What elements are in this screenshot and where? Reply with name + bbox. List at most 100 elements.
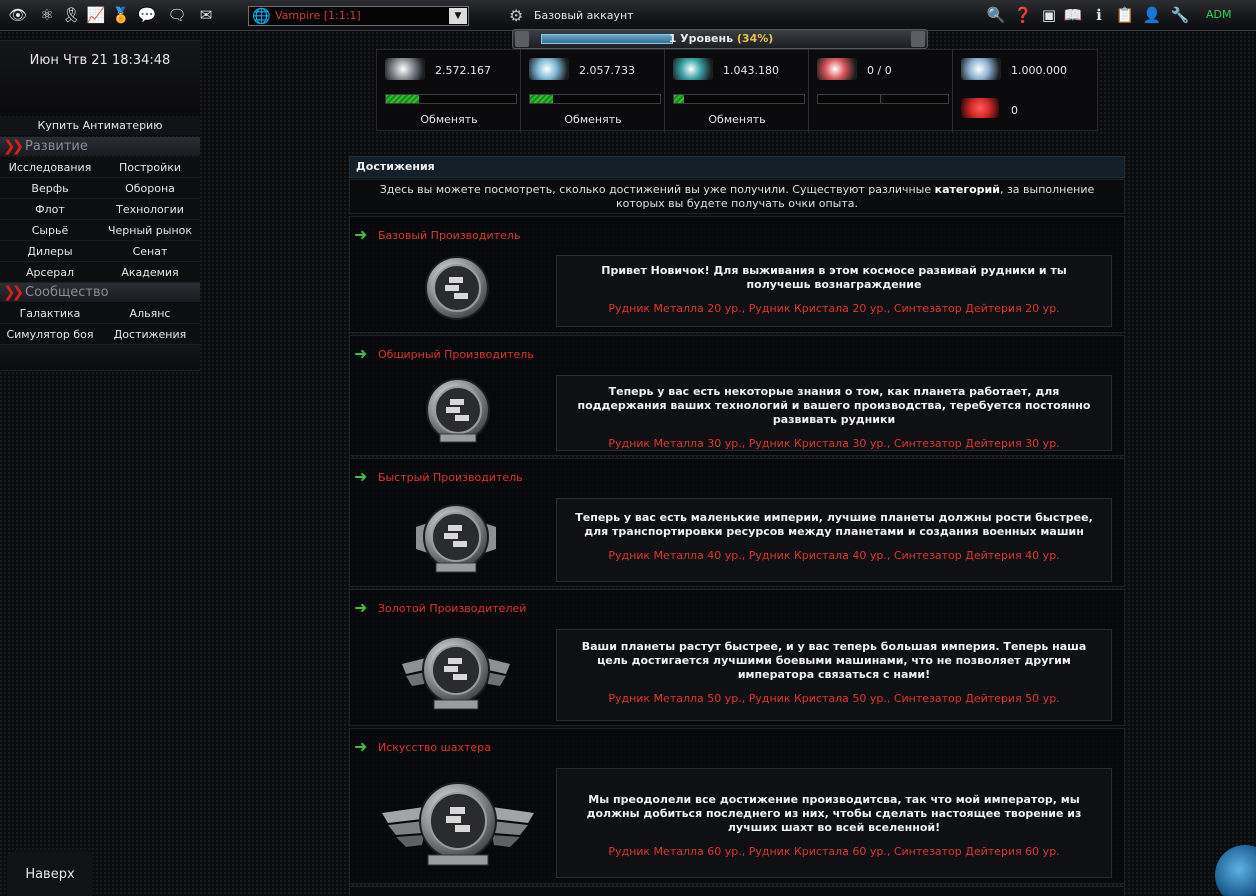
metal-icon [385, 58, 425, 80]
notes-icon[interactable]: 📋 [1114, 5, 1136, 25]
arrow-right-icon: ➜ [354, 737, 368, 756]
menu-research[interactable]: Исследования [0, 157, 100, 178]
search-icon[interactable]: 🔍 [985, 5, 1007, 25]
admin-link[interactable]: ADM [1206, 8, 1232, 21]
resource-value: 2.572.167 [435, 64, 491, 77]
mail-icon[interactable]: ✉ [195, 5, 217, 25]
resource-metal: 2.572.167 Обменять [377, 50, 521, 132]
achievement-name: Быстрый Производитель [378, 471, 523, 484]
section-community: ❯❯ Сообщество [0, 283, 200, 302]
menu-battle-sim[interactable]: Симулятор боя [0, 324, 100, 345]
clock-box: Июн Чтв 21 18:34:48 [0, 40, 200, 116]
storage-fill [386, 95, 419, 103]
achievement-card: ➜ Золотой Производителей Ваши планеты ра… [349, 589, 1125, 726]
exchange-link[interactable]: Обменять [521, 113, 665, 126]
achievement-description: Ваши планеты растут быстрее, и у вас теп… [581, 640, 1087, 681]
atom-icon[interactable]: ⚛ [36, 5, 58, 25]
achievement-details: Ваши планеты растут быстрее, и у вас теп… [556, 629, 1112, 721]
planet-select[interactable]: 🌐 Vampire [1:1:1] ▼ [248, 6, 469, 26]
antimatter-icon [961, 98, 999, 118]
user-icon[interactable]: 👤 [1141, 5, 1163, 25]
medal-badge-icon [425, 256, 489, 320]
medal-badge-icon [382, 782, 534, 866]
menu-shipyard[interactable]: Верфь [0, 178, 100, 199]
achievement-description: Теперь у вас есть маленькие империи, луч… [575, 511, 1093, 538]
chevron-right-icon: ❯❯ [3, 283, 24, 301]
help-icon[interactable]: ❓ [1012, 5, 1034, 25]
storage-bar [529, 94, 661, 104]
intro-bold: категорий [934, 183, 1000, 196]
eye-icon[interactable]: 👁 [7, 5, 29, 25]
achievement-requirements: Рудник Металла 40 ур., Рудник Кристала 4… [608, 549, 1060, 562]
achievement-details: Мы преодолели все достижение производитс… [556, 768, 1112, 878]
top-bar: 👁 ⚛ 🎗 📈 🏅 💬 🗨 ✉ 🌐 Vampire [1:1:1] ▼ ⚙ Ба… [0, 0, 1256, 31]
achievement-card: ➜ Быстрый Производитель Теперь у вас ест… [349, 458, 1125, 587]
menu-arsenal[interactable]: Арсерал [0, 262, 100, 283]
back-to-top-button[interactable]: Наверх [7, 851, 93, 896]
section-title: Развитие [25, 139, 88, 154]
ribbon-icon[interactable]: 🎗 [60, 5, 82, 25]
menu-academy[interactable]: Академия [100, 262, 200, 283]
exchange-link[interactable]: Обменять [377, 113, 521, 126]
storage-bar [673, 94, 805, 104]
menu-galaxy[interactable]: Галактика [0, 303, 100, 324]
level-text: 1 Уровень (34%) [513, 30, 929, 48]
menu-senate[interactable]: Сенат [100, 241, 200, 262]
storage-bar [385, 94, 517, 104]
book-icon[interactable]: 📖 [1062, 5, 1084, 25]
resource-panel: 2.572.167 Обменять 2.057.733 Обменять 1.… [376, 49, 1098, 132]
section-title: Сообщество [25, 285, 109, 300]
tools-icon[interactable]: 🔧 [1169, 5, 1191, 25]
menu-resources[interactable]: Сырьё [0, 220, 100, 241]
medal-badge-icon [426, 378, 490, 443]
achievement-card: ➜ Базовый Производитель Привет Новичок! … [349, 216, 1125, 333]
section-development: ❯❯ Развитие [0, 137, 200, 156]
chart-icon[interactable]: 📈 [85, 5, 107, 25]
deuterium-icon [673, 58, 713, 80]
resource-deuterium: 1.043.180 Обменять [665, 50, 809, 132]
achievement-details: Теперь у вас есть маленькие империи, луч… [556, 498, 1112, 582]
achievement-details: Теперь у вас есть некоторые знания о том… [556, 375, 1112, 451]
arrow-right-icon: ➜ [354, 598, 368, 617]
menu-dealers[interactable]: Дилеры [0, 241, 100, 262]
energy-marker [880, 95, 884, 103]
crystal-icon [529, 58, 569, 80]
achievement-card: ➜ Искусство шахтера Мы преодолели все до… [349, 728, 1125, 884]
menu-technologies[interactable]: Технологии [100, 199, 200, 220]
medal-badge-icon [402, 636, 510, 710]
page-title: Достижения [349, 156, 1125, 178]
achievement-title: ➜ Обширный Производитель [354, 344, 534, 363]
account-type: ⚙ Базовый аккаунт [509, 6, 634, 26]
server-clock: Июн Чтв 21 18:34:48 [29, 53, 171, 68]
achievement-description: Теперь у вас есть некоторые знания о том… [577, 385, 1091, 426]
menu-black-market[interactable]: Черный рынок [100, 220, 200, 241]
message-icon[interactable]: 🗨 [166, 5, 188, 25]
medal-badge-icon [416, 504, 496, 573]
chat-icon[interactable]: 💬 [136, 5, 158, 25]
chevron-down-icon[interactable]: ▼ [449, 8, 467, 24]
achievement-details: Привет Новичок! Для выживания в этом кос… [556, 255, 1112, 327]
account-label: Базовый аккаунт [534, 9, 634, 22]
info-icon[interactable]: ℹ [1088, 5, 1110, 25]
menu-alliance[interactable]: Альянс [100, 303, 200, 324]
chevron-right-icon: ❯❯ [3, 137, 24, 155]
achievement-title: ➜ Базовый Производитель [354, 227, 520, 243]
achievement-description: Привет Новичок! Для выживания в этом кос… [601, 264, 1067, 291]
arrow-right-icon: ➜ [354, 344, 368, 363]
globe-icon: 🌐 [252, 7, 271, 25]
menu-defense[interactable]: Оборона [100, 178, 200, 199]
medal-icon[interactable]: 🏅 [110, 5, 132, 25]
menu-fleet[interactable]: Флот [0, 199, 100, 220]
achievement-requirements: Рудник Металла 50 ур., Рудник Кристала 5… [608, 692, 1060, 705]
menu-buildings[interactable]: Постройки [100, 157, 200, 178]
menu-achievements[interactable]: Достижения [100, 324, 200, 345]
exchange-link[interactable]: Обменять [665, 113, 809, 126]
resource-value: 1.043.180 [723, 64, 779, 77]
buy-antimatter-link[interactable]: Купить Антиматерию [0, 117, 200, 135]
intro-text: Здесь вы можете посмотреть, сколько дост… [379, 183, 935, 196]
achievement-name: Обширный Производитель [378, 348, 534, 361]
globe-icon[interactable] [1215, 845, 1256, 896]
achievement-description: Мы преодолели все достижение производитс… [586, 793, 1082, 834]
crop-icon[interactable]: ▣ [1038, 5, 1060, 25]
achievement-name: Золотой Производителей [378, 602, 527, 615]
